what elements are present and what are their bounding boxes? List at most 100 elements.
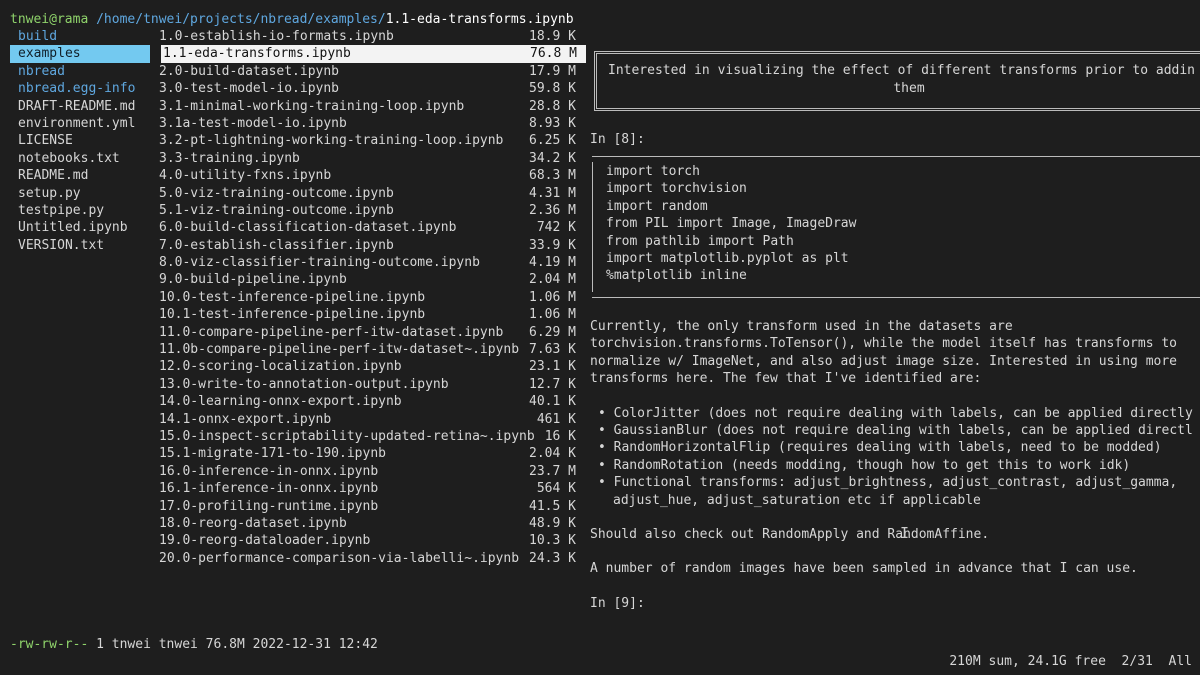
file-entry[interactable]: 6.0-build-classification-dataset.ipynb 74… xyxy=(159,219,581,236)
file-name: 11.0b-compare-pipeline-perf-itw-dataset~… xyxy=(159,342,520,358)
markdown-line: A number of random images have been samp… xyxy=(590,561,1138,577)
file-entry[interactable]: 3.1a-test-model-io.ipynb 8.93 K xyxy=(159,115,581,132)
file-size: 461 K xyxy=(536,411,576,427)
file-size: 4.31 M xyxy=(529,185,576,201)
file-entry[interactable]: 10.1-test-inference-pipeline.ipynb 1.06 M xyxy=(159,306,581,323)
current-file: 1.1-eda-transforms.ipynb xyxy=(385,12,574,27)
file-name: 15.1-migrate-171-to-190.ipynb xyxy=(159,446,386,462)
code-line: import torchvision xyxy=(606,181,747,197)
parent-entry[interactable]: environment.yml xyxy=(10,115,150,132)
file-name: 3.3-training.ipynb xyxy=(159,150,300,166)
parent-entry[interactable]: LICENSE xyxy=(10,132,150,149)
parent-entry[interactable]: build xyxy=(10,28,150,45)
notebook-preview-pane: Interested in visualizing the effect of … xyxy=(590,28,1200,628)
file-entry[interactable]: 20.0-performance-comparison-via-labelli~… xyxy=(159,550,581,567)
file-entry[interactable]: 2.0-build-dataset.ipynb 17.9 M xyxy=(159,63,581,80)
file-size: 76.8 M xyxy=(530,46,577,62)
file-name: 7.0-establish-classifier.ipynb xyxy=(159,237,394,253)
file-size: 17.9 M xyxy=(529,63,576,79)
file-entry[interactable]: 4.0-utility-fxns.ipynb 68.3 M xyxy=(159,167,581,184)
parent-entry[interactable]: VERSION.txt xyxy=(10,237,150,254)
file-size: 1.06 M xyxy=(529,307,576,323)
markdown-line: Should also check out RandomApply and Ra… xyxy=(590,526,990,542)
bullet-item: • GaussianBlur (does not require dealing… xyxy=(598,422,1193,438)
parent-entry[interactable]: nbread.egg-info xyxy=(10,80,150,97)
file-name: 3.1a-test-model-io.ipynb xyxy=(159,115,347,131)
file-entry[interactable]: 16.0-inference-in-onnx.ipynb 23.7 M xyxy=(159,463,581,480)
file-name: 3.2-pt-lightning-working-training-loop.i… xyxy=(159,133,504,149)
parent-entry[interactable]: examples xyxy=(10,45,150,63)
parent-entry[interactable]: testpipe.py xyxy=(10,202,150,219)
parent-entry[interactable]: Untitled.ipynb xyxy=(10,219,150,236)
file-entry[interactable]: 14.0-learning-onnx-export.ipynb 40.1 K xyxy=(159,393,581,410)
file-name: 9.0-build-pipeline.ipynb xyxy=(159,272,347,288)
bullet-item: • RandomHorizontalFlip (requires dealing… xyxy=(598,440,1162,456)
markdown-line: normalize w/ ImageNet, and also adjust i… xyxy=(590,353,1177,369)
file-name: 1.0-establish-io-formats.ipynb xyxy=(159,29,394,44)
file-size: 18.9 K xyxy=(529,29,576,44)
file-entry[interactable]: 11.0b-compare-pipeline-perf-itw-dataset~… xyxy=(159,341,581,358)
code-line: import matplotlib.pyplot as plt xyxy=(606,250,849,266)
bullet-continuation: adjust_hue, adjust_saturation etc if app… xyxy=(613,492,981,508)
file-size: 2.04 K xyxy=(529,446,576,462)
file-name: 13.0-write-to-annotation-output.ipynb xyxy=(159,376,449,392)
file-entry[interactable]: 3.1-minimal-working-training-loop.ipynb 2… xyxy=(159,98,581,115)
markdown-line: torchvision.transforms.ToTensor(), while… xyxy=(590,336,1177,352)
file-name: 18.0-reorg-dataset.ipynb xyxy=(159,515,347,531)
file-entry[interactable]: 3.3-training.ipynb 34.2 K xyxy=(159,150,581,167)
file-entry[interactable]: 16.1-inference-in-onnx.ipynb 564 K xyxy=(159,480,581,497)
file-size: 12.7 K xyxy=(529,376,576,392)
user-host: tnwei@rama xyxy=(10,12,89,27)
file-name: 16.0-inference-in-onnx.ipynb xyxy=(159,463,379,479)
parent-entry[interactable]: notebooks.txt xyxy=(10,150,150,167)
file-entry[interactable]: 3.2-pt-lightning-working-training-loop.i… xyxy=(159,132,581,149)
file-entry[interactable]: 1.1-eda-transforms.ipynb 76.8 M xyxy=(161,45,586,63)
file-name: 16.1-inference-in-onnx.ipynb xyxy=(159,481,379,497)
file-entry[interactable]: 10.0-test-inference-pipeline.ipynb 1.06 M xyxy=(159,289,581,306)
code-line: import random xyxy=(606,198,708,214)
code-line: import torch xyxy=(606,164,700,179)
cell-prompt: In [9]: xyxy=(590,595,645,611)
file-name: 4.0-utility-fxns.ipynb xyxy=(159,168,332,184)
file-size: 6.29 M xyxy=(529,324,576,340)
file-entry[interactable]: 1.0-establish-io-formats.ipynb 18.9 K xyxy=(159,28,581,45)
file-entry[interactable]: 15.1-migrate-171-to-190.ipynb 2.04 K xyxy=(159,445,581,462)
file-size: 10.3 K xyxy=(529,533,576,549)
file-size: 2.04 M xyxy=(529,272,576,288)
file-entry[interactable]: 12.0-scoring-localization.ipynb 23.1 K xyxy=(159,358,581,375)
file-entry[interactable]: 7.0-establish-classifier.ipynb 33.9 K xyxy=(159,237,581,254)
file-entry[interactable]: 9.0-build-pipeline.ipynb 2.04 M xyxy=(159,271,581,288)
file-entry[interactable]: 17.0-profiling-runtime.ipynb 41.5 K xyxy=(159,498,581,515)
file-name: 3.1-minimal-working-training-loop.ipynb xyxy=(159,98,465,114)
file-entry[interactable]: 13.0-write-to-annotation-output.ipynb 12.… xyxy=(159,376,581,393)
file-entry[interactable]: 19.0-reorg-dataloader.ipynb 10.3 K xyxy=(159,532,581,549)
file-entry[interactable]: 5.0-viz-training-outcome.ipynb 4.31 M xyxy=(159,185,581,202)
parent-entry[interactable]: setup.py xyxy=(10,185,150,202)
cell-prompt: In [8]: xyxy=(590,132,645,147)
file-entry[interactable]: 15.0-inspect-scriptability-updated-retin… xyxy=(159,428,581,445)
code-line: %matplotlib inline xyxy=(606,268,747,284)
parent-entry[interactable]: README.md xyxy=(10,167,150,184)
file-size: 8.93 K xyxy=(529,115,576,131)
file-name: 10.1-test-inference-pipeline.ipynb xyxy=(159,307,426,323)
file-entry[interactable]: 14.1-onnx-export.ipynb 461 K xyxy=(159,411,581,428)
file-size: 16 K xyxy=(544,428,576,444)
file-entry[interactable]: 18.0-reorg-dataset.ipynb 48.9 K xyxy=(159,515,581,532)
file-name: 14.0-learning-onnx-export.ipynb xyxy=(159,394,402,410)
parent-entry[interactable]: DRAFT-README.md xyxy=(10,98,150,115)
file-entry[interactable]: 3.0-test-model-io.ipynb 59.8 K xyxy=(159,80,581,97)
parent-directory-column: build examples nbread nbread.egg-info DRAFT-… xyxy=(10,28,150,254)
file-name: 2.0-build-dataset.ipynb xyxy=(159,63,340,79)
file-entry[interactable]: 8.0-viz-classifier-training-outcome.ipyn… xyxy=(159,254,581,271)
markdown-paragraph: Currently, the only transform used in th… xyxy=(590,318,1200,388)
file-size: 2.36 M xyxy=(529,202,576,218)
file-name: 19.0-reorg-dataloader.ipynb xyxy=(159,533,371,549)
file-size: 59.8 K xyxy=(529,81,576,97)
file-size: 34.2 K xyxy=(529,150,576,166)
parent-entry[interactable]: nbread xyxy=(10,63,150,80)
file-entry[interactable]: 11.0-compare-pipeline-perf-itw-dataset.i… xyxy=(159,324,581,341)
file-size: 23.7 M xyxy=(529,463,576,479)
current-path: /home/tnwei/projects/nbread/examples/ xyxy=(88,12,386,27)
file-entry[interactable]: 5.1-viz-training-outcome.ipynb 2.36 M xyxy=(159,202,581,219)
code-lines: import torch import torchvision import ran… xyxy=(606,163,856,285)
